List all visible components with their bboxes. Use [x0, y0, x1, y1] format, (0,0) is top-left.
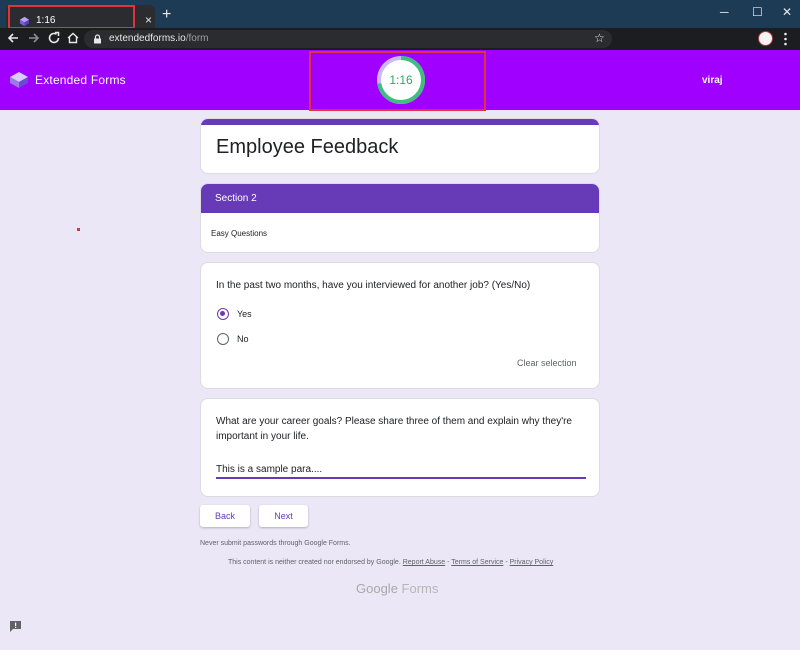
profile-avatar[interactable] — [758, 31, 773, 46]
section-description: Easy Questions — [211, 229, 268, 238]
user-name[interactable]: viraj — [702, 75, 723, 86]
new-tab-icon[interactable]: + — [162, 7, 171, 23]
google-forms-logo[interactable]: Google Forms — [356, 581, 438, 596]
brand-name: Extended Forms — [35, 73, 126, 87]
countdown-timer: 1:16 — [389, 73, 413, 87]
title-accent-bar — [201, 119, 599, 125]
answer-input[interactable]: This is a sample para.... — [216, 464, 322, 475]
radio-yes[interactable] — [217, 308, 229, 320]
report-abuse-link[interactable]: Report Abuse — [403, 559, 445, 566]
terms-link[interactable]: Terms of Service — [451, 559, 503, 566]
question-text-line1: What are your career goals? Please share… — [216, 416, 572, 427]
feedback-icon[interactable] — [9, 620, 22, 632]
section-header: Section 2 — [201, 184, 599, 213]
clear-selection-button[interactable]: Clear selection — [517, 358, 577, 368]
extended-forms-logo-icon — [10, 72, 28, 88]
bookmark-star-icon[interactable]: ☆ — [594, 31, 605, 45]
privacy-link[interactable]: Privacy Policy — [510, 559, 554, 566]
password-warning: Never submit passwords through Google Fo… — [200, 540, 351, 547]
reload-icon[interactable] — [47, 31, 61, 45]
question-card-interview: In the past two months, have you intervi… — [200, 262, 600, 389]
radio-no[interactable] — [217, 333, 229, 345]
home-icon[interactable] — [66, 31, 80, 45]
tab-highlight-box — [8, 5, 135, 29]
url-text: extendedforms.io/form — [109, 33, 209, 44]
disclaimer: This content is neither created nor endo… — [228, 559, 554, 566]
maximize-icon[interactable]: ☐ — [752, 5, 763, 19]
forward-arrow-icon[interactable] — [27, 31, 41, 45]
tab-strip: 1:16 × + ─ ☐ ✕ — [0, 0, 800, 29]
minimize-icon[interactable]: ─ — [720, 5, 729, 19]
question-card-career-goals: What are your career goals? Please share… — [200, 398, 600, 497]
option-label-yes[interactable]: Yes — [237, 309, 252, 319]
cursor-dot — [77, 228, 80, 231]
lock-icon — [94, 34, 101, 44]
address-bar[interactable]: extendedforms.io/form ☆ — [84, 30, 612, 48]
browser-toolbar: extendedforms.io/form ☆ — [0, 28, 800, 50]
option-label-no[interactable]: No — [237, 334, 249, 344]
form-title: Employee Feedback — [216, 136, 399, 158]
back-button[interactable]: Back — [200, 505, 250, 527]
question-text: In the past two months, have you intervi… — [216, 280, 531, 291]
section-card: Section 2 Easy Questions — [200, 183, 600, 253]
browser-menu-icon[interactable] — [784, 32, 787, 46]
section-title: Section 2 — [215, 193, 257, 204]
window-close-icon[interactable]: ✕ — [782, 5, 792, 19]
back-arrow-icon[interactable] — [6, 31, 20, 45]
question-text-line2: important in your life. — [216, 431, 309, 442]
tab-close-icon[interactable]: × — [145, 13, 152, 27]
form-title-card: Employee Feedback — [200, 118, 600, 174]
answer-underline — [216, 477, 586, 479]
next-button[interactable]: Next — [259, 505, 308, 527]
